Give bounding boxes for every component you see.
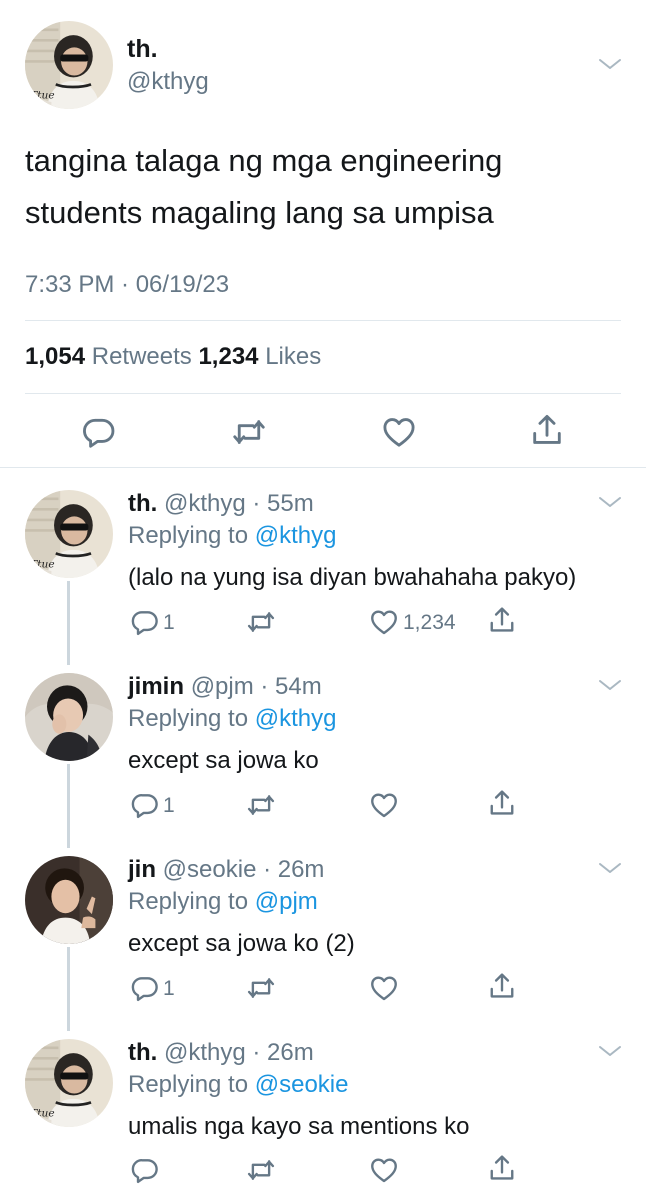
retweet-icon[interactable] bbox=[246, 790, 276, 820]
retweets-count[interactable]: 1,054 bbox=[25, 343, 85, 370]
retweets-label[interactable]: Retweets bbox=[92, 343, 192, 370]
replying-handle-link[interactable]: @kthyg bbox=[255, 522, 337, 549]
like-icon[interactable] bbox=[369, 973, 399, 1003]
handle-time[interactable]: @kthyg · 55m bbox=[164, 490, 314, 517]
reply-icon[interactable] bbox=[130, 607, 160, 637]
reply-header: jin @seokie · 26m bbox=[128, 856, 324, 884]
avatar[interactable] bbox=[25, 856, 113, 944]
reply-count: 1 bbox=[163, 977, 175, 1000]
handle-time[interactable]: @seokie · 26m bbox=[163, 856, 325, 883]
avatar[interactable] bbox=[25, 490, 113, 578]
like-icon[interactable] bbox=[369, 790, 399, 820]
reply-icon[interactable] bbox=[130, 973, 160, 1003]
chevron-down-icon[interactable] bbox=[597, 56, 623, 72]
display-name[interactable]: jin bbox=[128, 856, 156, 883]
reply-header: jimin @pjm · 54m bbox=[128, 673, 322, 701]
chevron-down-icon[interactable] bbox=[597, 494, 623, 510]
replying-handle-link[interactable]: @kthyg bbox=[255, 705, 337, 732]
like-icon[interactable] bbox=[369, 607, 399, 637]
tweet-text-line-2: students magaling lang sa umpisa bbox=[25, 195, 494, 230]
display-name[interactable]: th. bbox=[128, 490, 157, 517]
chevron-down-icon[interactable] bbox=[597, 860, 623, 876]
reply-count: 1 bbox=[163, 611, 175, 634]
avatar[interactable] bbox=[25, 1039, 113, 1127]
reply-text: umalis nga kayo sa mentions ko bbox=[128, 1113, 470, 1140]
handle-time[interactable]: @pjm · 54m bbox=[191, 673, 322, 700]
thread-line bbox=[67, 764, 70, 848]
reply-icon[interactable] bbox=[81, 414, 117, 450]
divider bbox=[25, 393, 621, 394]
reply-count: 1 bbox=[163, 794, 175, 817]
handle[interactable]: @kthyg bbox=[127, 68, 209, 96]
thread-line bbox=[67, 947, 70, 1031]
like-icon[interactable] bbox=[369, 1155, 399, 1185]
replying-to: Replying to @kthyg bbox=[128, 522, 336, 550]
replying-to: Replying to @kthyg bbox=[128, 705, 336, 733]
replying-handle-link[interactable]: @pjm bbox=[255, 888, 318, 915]
engagement-stats: 1,054 Retweets 1,234 Likes bbox=[25, 343, 321, 371]
replying-prefix: Replying to bbox=[128, 522, 249, 549]
retweet-icon[interactable] bbox=[231, 414, 267, 450]
replying-prefix: Replying to bbox=[128, 888, 249, 915]
replying-prefix: Replying to bbox=[128, 1071, 249, 1098]
divider bbox=[25, 320, 621, 321]
share-icon[interactable] bbox=[487, 1153, 517, 1183]
likes-label[interactable]: Likes bbox=[265, 343, 321, 370]
avatar[interactable] bbox=[25, 673, 113, 761]
replying-prefix: Replying to bbox=[128, 705, 249, 732]
chevron-down-icon[interactable] bbox=[597, 1043, 623, 1059]
retweet-icon[interactable] bbox=[246, 1155, 276, 1185]
share-icon[interactable] bbox=[487, 605, 517, 635]
replying-to: Replying to @pjm bbox=[128, 888, 318, 916]
share-icon[interactable] bbox=[487, 971, 517, 1001]
reply-text: except sa jowa ko bbox=[128, 747, 319, 774]
replying-handle-link[interactable]: @seokie bbox=[255, 1071, 349, 1098]
reply-text: (lalo na yung isa diyan bwahahaha pakyo) bbox=[128, 564, 577, 591]
reply-icon[interactable] bbox=[130, 790, 160, 820]
like-icon[interactable] bbox=[381, 414, 417, 450]
tweet-text-line-1: tangina talaga ng mga engineering bbox=[25, 143, 503, 178]
share-icon[interactable] bbox=[487, 788, 517, 818]
retweet-icon[interactable] bbox=[246, 973, 276, 1003]
reply-header: th. @kthyg · 26m bbox=[128, 1039, 314, 1067]
share-icon[interactable] bbox=[529, 412, 565, 448]
reply-header: th. @kthyg · 55m bbox=[128, 490, 314, 518]
thread-line bbox=[67, 581, 70, 665]
timestamp[interactable]: 7:33 PM · 06/19/23 bbox=[25, 271, 229, 299]
handle-time[interactable]: @kthyg · 26m bbox=[164, 1039, 314, 1066]
retweet-icon[interactable] bbox=[246, 607, 276, 637]
avatar[interactable] bbox=[25, 21, 113, 109]
display-name[interactable]: th. bbox=[128, 1039, 157, 1066]
replying-to: Replying to @seokie bbox=[128, 1071, 349, 1099]
reply-icon[interactable] bbox=[130, 1155, 160, 1185]
display-name[interactable]: th. bbox=[127, 35, 158, 64]
chevron-down-icon[interactable] bbox=[597, 677, 623, 693]
reply-text: except sa jowa ko (2) bbox=[128, 930, 355, 957]
like-count: 1,234 bbox=[403, 611, 456, 634]
likes-count[interactable]: 1,234 bbox=[198, 343, 258, 370]
display-name[interactable]: jimin bbox=[128, 673, 184, 700]
divider bbox=[0, 467, 646, 468]
